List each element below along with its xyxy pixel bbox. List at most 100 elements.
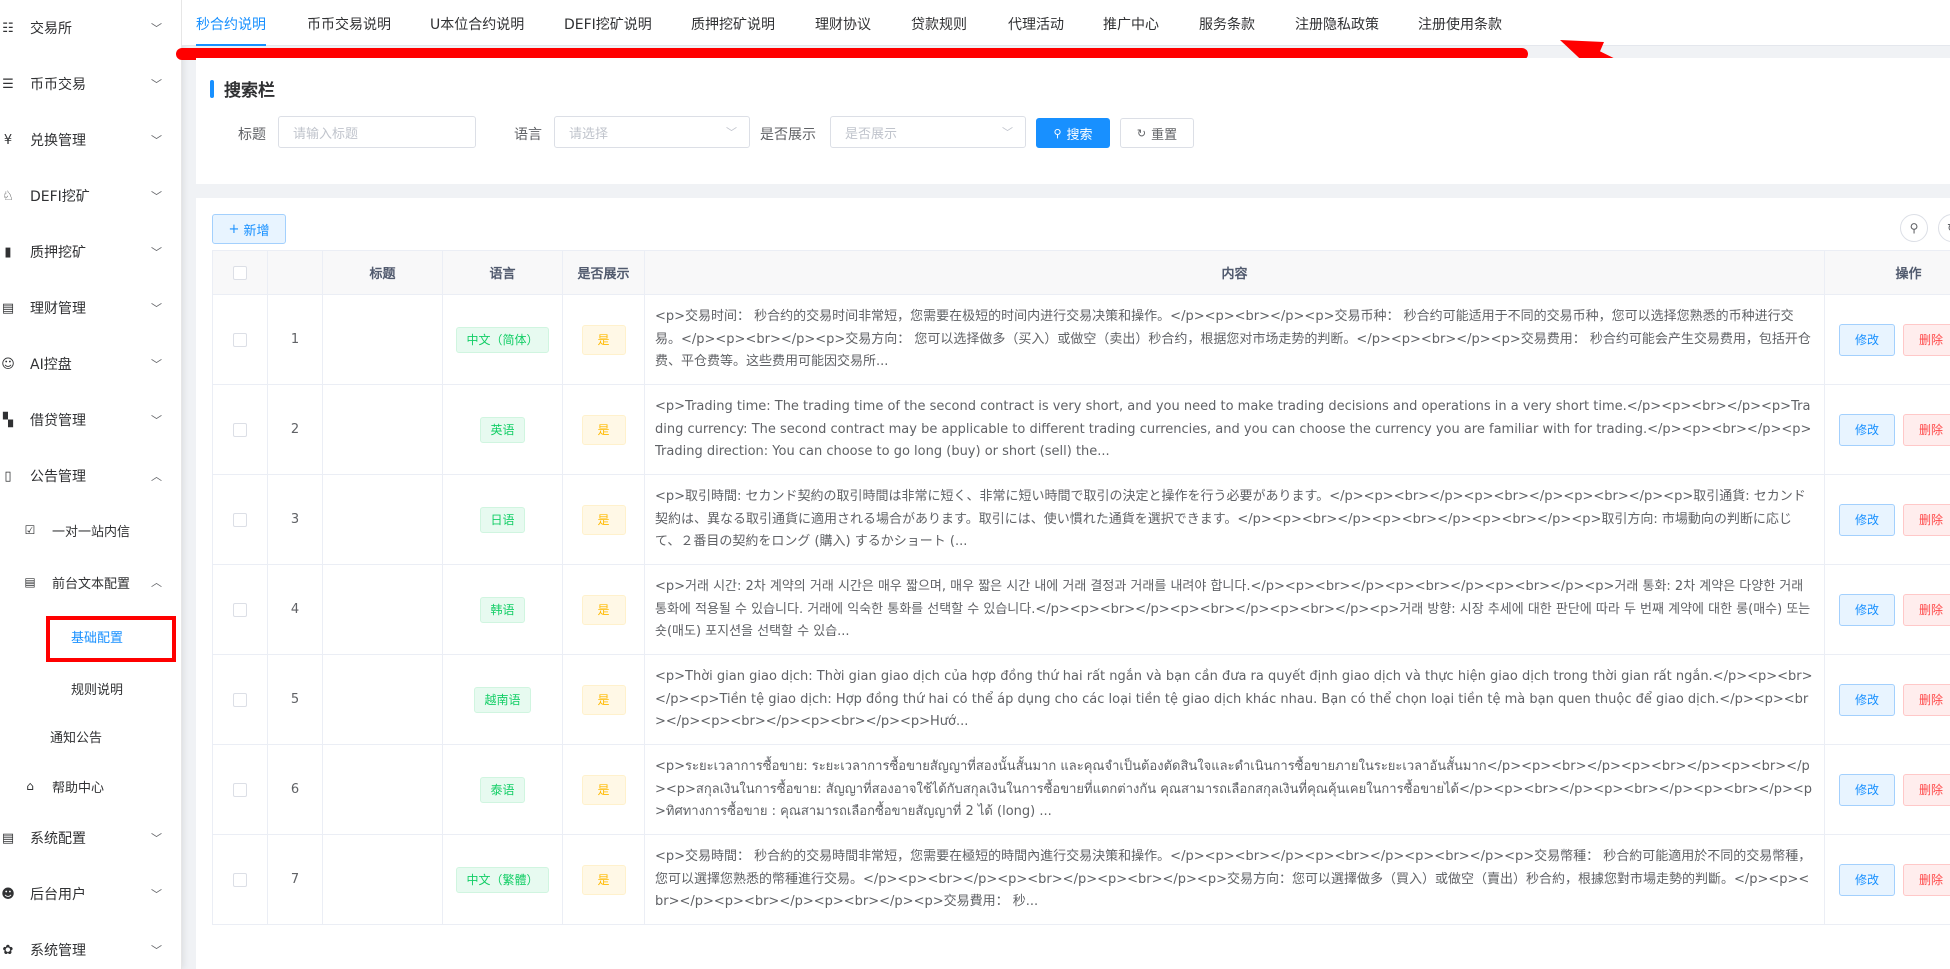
row-select-cell[interactable] [212,744,268,835]
search-button[interactable]: ⚲ 搜索 [1036,118,1110,148]
chevron-icon: ﹀ [151,246,162,259]
edit-button[interactable]: 修改 [1839,413,1895,446]
sidebar-item-0[interactable]: ☷ 交易所 ﹀ [0,8,181,48]
chevron-icon: ﹀ [151,78,162,91]
edit-button[interactable]: 修改 [1839,503,1895,536]
delete-button[interactable]: 删除 [1903,593,1950,626]
sidebar-item-9[interactable]: ☑ 一对一站内信 [0,510,181,550]
row-index: 4 [267,564,323,655]
show-select[interactable]: 是否展示 ﹀ [830,116,1026,148]
toggle-search-button[interactable]: ⚲ [1900,214,1928,242]
row-lang-cell: 韩语 [442,564,563,655]
sidebar-item-12[interactable]: 规则说明 [0,668,181,708]
edit-button[interactable]: 修改 [1839,773,1895,806]
edit-button[interactable]: 修改 [1839,593,1895,626]
tab-2[interactable]: U本位合约说明 [430,14,524,34]
refresh-table-button[interactable]: ↻ [1938,214,1950,242]
sidebar-item-14[interactable]: ⌂ 帮助中心 [0,766,181,806]
row-select-cell[interactable] [212,564,268,655]
sidebar-item-13[interactable]: 通知公告 [0,716,181,756]
table-header-row: 标题 语言 是否展示 内容 操作 [212,250,1950,295]
tab-6[interactable]: 贷款规则 [911,14,967,34]
sidebar-item-label: DEFI挖矿 [30,189,90,205]
tab-5[interactable]: 理财协议 [815,14,871,34]
tab-1[interactable]: 币币交易说明 [307,14,391,34]
search-section-title: 搜索栏 [224,81,275,101]
sidebar-item-15[interactable]: ▤ 系统配置 ﹀ [0,818,181,858]
row-content: <p>Trading time: The trading time of the… [644,384,1825,475]
delete-button[interactable]: 删除 [1903,683,1950,716]
delete-button[interactable]: 删除 [1903,413,1950,446]
chevron-down-icon: ﹀ [726,126,737,139]
sidebar-item-4[interactable]: ▮ 质押挖矿 ﹀ [0,232,181,272]
book-icon: ▯ [4,468,12,484]
row-checkbox[interactable] [233,782,247,797]
row-show-cell: 是 [562,834,645,925]
delete-button[interactable]: 删除 [1903,863,1950,896]
tab-9[interactable]: 服务条款 [1199,14,1255,34]
title-header: 标题 [322,250,443,295]
edit-button[interactable]: 修改 [1839,323,1895,356]
row-checkbox[interactable] [233,872,247,887]
row-title [322,474,443,565]
tab-11[interactable]: 注册使用条款 [1418,14,1502,34]
row-checkbox[interactable] [233,512,247,527]
row-select-cell[interactable] [212,654,268,745]
row-checkbox[interactable] [233,692,247,707]
select-all-cell[interactable] [212,250,268,295]
row-select-cell[interactable] [212,294,268,385]
sidebar-item-3[interactable]: ♘ DEFI挖矿 ﹀ [0,176,181,216]
row-content: <p>取引時間: セカンド契約の取引時間は非常に短く、非常に短い時間で取引の決定… [644,474,1825,565]
sidebar-item-7[interactable]: ▚ 借贷管理 ﹀ [0,400,181,440]
add-button[interactable]: + 新增 [212,214,286,244]
chevron-icon: ﹀ [151,22,162,35]
reset-button[interactable]: ↻ 重置 [1120,118,1194,148]
delete-button[interactable]: 删除 [1903,503,1950,536]
tab-0[interactable]: 秒合约说明 [196,14,266,34]
lang-select[interactable]: 请选择 ﹀ [554,116,750,148]
row-title [322,654,443,745]
sidebar-item-10[interactable]: ▤ 前台文本配置 ︿ [0,562,181,602]
sidebar-item-16[interactable]: ☻ 后台用户 ﹀ [0,874,181,914]
row-show-cell: 是 [562,744,645,835]
sidebar-item-17[interactable]: ✿ 系统管理 ﹀ [0,930,181,969]
sidebar-item-5[interactable]: ▤ 理财管理 ﹀ [0,288,181,328]
finance-icon: ▤ [1,300,15,316]
sidebar-item-1[interactable]: ☰ 币币交易 ﹀ [0,64,181,104]
tab-10[interactable]: 注册隐私政策 [1295,14,1379,34]
tab-3[interactable]: DEFI挖矿说明 [564,14,652,34]
data-table: 标题 语言 是否展示 内容 操作 1 中文（简体） 是 <p>交易时间： 秒合约的交易… [212,250,1950,925]
chevron-icon: ﹀ [151,190,162,203]
row-select-cell[interactable] [212,384,268,475]
select-all-checkbox[interactable] [233,265,247,280]
row-index: 3 [267,474,323,565]
sidebar-item-6[interactable]: ☺ AI控盘 ﹀ [0,344,181,384]
row-checkbox[interactable] [233,602,247,617]
row-content: <p>ระยะเวลาการซื้อขาย: ระยะเวลาการซื้อขา… [644,744,1825,835]
row-checkbox[interactable] [233,332,247,347]
chart-icon: ▮ [4,244,12,260]
sidebar-item-label: 帮助中心 [52,780,105,796]
edit-button[interactable]: 修改 [1839,683,1895,716]
mining-icon: ♘ [2,188,14,204]
tab-4[interactable]: 质押挖矿说明 [691,14,775,34]
tab-8[interactable]: 推广中心 [1103,14,1159,34]
chevron-icon: ﹀ [151,888,162,901]
row-content: <p>交易時間： 秒合約的交易時間非常短，您需要在極短的時間內進行交易決策和操作… [644,834,1825,925]
tab-7[interactable]: 代理活动 [1008,14,1064,34]
delete-button[interactable]: 删除 [1903,773,1950,806]
sidebar-item-label: 系统配置 [30,831,86,847]
row-select-cell[interactable] [212,474,268,565]
edit-button[interactable]: 修改 [1839,863,1895,896]
row-select-cell[interactable] [212,834,268,925]
delete-button[interactable]: 删除 [1903,323,1950,356]
sidebar-item-2[interactable]: ¥ 兑换管理 ﹀ [0,120,181,160]
table-row: 6 泰语 是 <p>ระยะเวลาการซื้อขาย: ระยะเวลาการซื… [212,744,1950,835]
sidebar-item-8[interactable]: ▯ 公告管理 ︿ [0,456,181,496]
row-show-cell: 是 [562,564,645,655]
title-input[interactable]: 请输入标题 [278,116,476,148]
row-checkbox[interactable] [233,422,247,437]
list-icon: ☰ [2,76,14,92]
lang-header: 语言 [442,250,563,295]
checkbox-icon: ☑ [24,523,36,537]
